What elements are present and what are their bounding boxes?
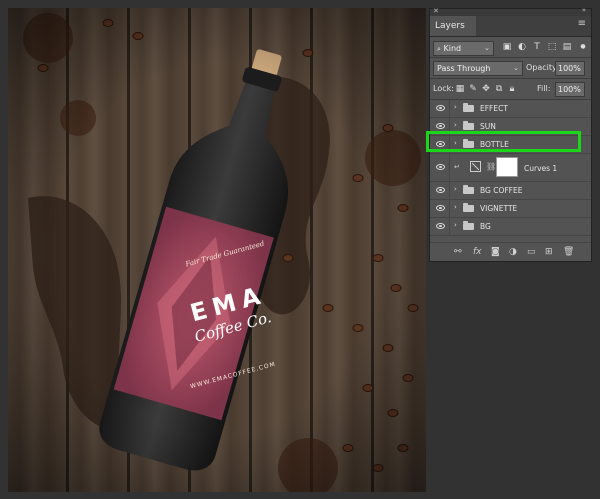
tab-layers[interactable]: Layers <box>430 16 476 36</box>
image-filter-icon[interactable]: ▣ <box>502 42 512 52</box>
lock-all-icon[interactable]: 🔒︎ <box>507 84 517 94</box>
smart-object-filter-icon[interactable]: ▤ <box>562 42 572 52</box>
visibility-eye-icon[interactable] <box>436 105 445 111</box>
document-canvas[interactable]: Fair Trade Guaranteed EMA Coffee Co. WWW… <box>8 8 426 492</box>
fill-label: Fill: <box>537 84 551 93</box>
new-adjustment-icon[interactable]: ◑ <box>509 247 517 257</box>
layer-mask-thumbnail[interactable] <box>496 157 518 177</box>
curves-adjustment-icon[interactable] <box>470 161 481 172</box>
folder-icon <box>463 139 474 148</box>
visibility-eye-icon[interactable] <box>436 141 445 147</box>
lock-transparent-icon[interactable]: ▦ <box>455 84 465 94</box>
link-layers-icon[interactable]: ⚯ <box>454 247 462 257</box>
visibility-eye-icon[interactable] <box>436 223 445 229</box>
layer-name: BG <box>480 222 491 231</box>
chevron-down-icon: ⌄ <box>484 44 490 52</box>
fx-icon[interactable]: fx <box>473 247 482 257</box>
visibility-eye-icon[interactable] <box>436 164 445 170</box>
chevron-down-icon: ⌄ <box>513 64 519 72</box>
visibility-eye-icon[interactable] <box>436 187 445 193</box>
expand-arrow-icon[interactable]: › <box>454 121 457 129</box>
expand-arrow-icon[interactable]: › <box>454 185 457 193</box>
folder-icon <box>463 121 474 130</box>
layer-name: EFFECT <box>480 104 508 113</box>
folder-icon <box>463 103 474 112</box>
folder-icon <box>463 221 474 230</box>
clipping-arrow-icon: ↵ <box>454 163 460 171</box>
visibility-eye-icon[interactable] <box>436 205 445 211</box>
lock-artboard-icon[interactable]: ⧉ <box>494 84 504 94</box>
layers-panel: ✕ » Layers ≡ ⌕ Kind ⌄ ▣ ◐ T ⬚ ▤ ● Pass T… <box>429 6 592 262</box>
layer-bg[interactable]: › BG <box>430 218 591 236</box>
type-filter-icon[interactable]: T <box>532 42 542 52</box>
layer-name: BG COFFEE <box>480 186 523 195</box>
layer-effect[interactable]: › EFFECT <box>430 100 591 118</box>
layer-name: VIGNETTE <box>480 204 518 213</box>
layer-name: Curves 1 <box>524 164 558 173</box>
fill-input[interactable]: 100% <box>555 82 585 97</box>
lock-position-icon[interactable]: ✥ <box>481 84 491 94</box>
adjustment-filter-icon[interactable]: ◐ <box>517 42 527 52</box>
layers-toolbar: ⚯ fx ◙ ◑ ▭ ⊞ 🗑︎ <box>430 242 591 261</box>
collapse-icon[interactable]: » <box>582 6 587 14</box>
folder-icon <box>463 185 474 194</box>
layers-list: › EFFECT › SUN › BOTTLE ↵ ⛓ Curves 1 › B… <box>430 100 591 236</box>
close-icon[interactable]: ✕ <box>433 7 439 15</box>
trash-icon[interactable]: 🗑︎ <box>563 247 574 257</box>
layer-sun[interactable]: › SUN <box>430 118 591 136</box>
lock-label: Lock: <box>433 84 454 93</box>
new-group-icon[interactable]: ▭ <box>527 247 536 257</box>
expand-arrow-icon[interactable]: › <box>454 203 457 211</box>
filter-toggle-icon[interactable]: ● <box>578 42 588 52</box>
layer-bottle[interactable]: › BOTTLE <box>430 136 591 154</box>
layer-name: SUN <box>480 122 496 131</box>
panel-menu-icon[interactable]: ≡ <box>578 18 586 29</box>
layer-vignette[interactable]: › VIGNETTE <box>430 200 591 218</box>
opacity-label: Opacity: <box>526 63 559 72</box>
layer-curves[interactable]: ↵ ⛓ Curves 1 <box>430 154 591 182</box>
expand-arrow-icon[interactable]: › <box>454 139 457 147</box>
layer-bg-coffee[interactable]: › BG COFFEE <box>430 182 591 200</box>
blend-mode-select[interactable]: Pass Through ⌄ <box>433 61 523 76</box>
expand-arrow-icon[interactable]: › <box>454 221 457 229</box>
layer-name: BOTTLE <box>480 140 509 149</box>
artwork-image <box>8 8 426 492</box>
search-icon: ⌕ <box>437 45 441 53</box>
opacity-input[interactable]: 100% <box>555 61 585 76</box>
lock-paint-icon[interactable]: ✎ <box>468 84 478 94</box>
new-layer-icon[interactable]: ⊞ <box>545 247 553 257</box>
link-icon[interactable]: ⛓ <box>486 162 496 171</box>
expand-arrow-icon[interactable]: › <box>454 103 457 111</box>
folder-icon <box>463 203 474 212</box>
filter-kind-select[interactable]: ⌕ Kind ⌄ <box>433 41 494 56</box>
add-mask-icon[interactable]: ◙ <box>491 247 500 257</box>
shape-filter-icon[interactable]: ⬚ <box>547 42 557 52</box>
visibility-eye-icon[interactable] <box>436 123 445 129</box>
